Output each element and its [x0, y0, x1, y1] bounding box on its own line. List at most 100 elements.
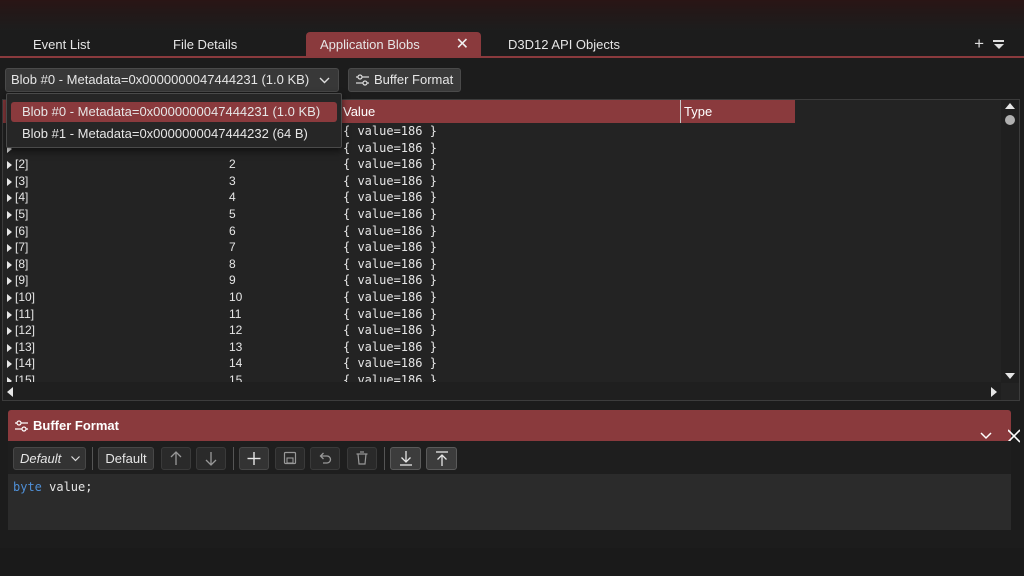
scroll-right-icon[interactable]	[991, 387, 997, 397]
buffer-format-toolbar: Default Default	[8, 441, 1011, 474]
row-value: { value=186 }	[343, 273, 437, 288]
add-tab-icon[interactable]: +	[974, 35, 984, 52]
vertical-scrollbar[interactable]	[1001, 100, 1019, 383]
add-button[interactable]	[239, 447, 269, 470]
expand-arrow-icon[interactable]	[7, 227, 12, 236]
undo-button[interactable]	[310, 447, 340, 470]
export-icon	[435, 451, 448, 466]
table-body: { value=186 }{ value=186 } [2] 2{ value=18…	[3, 123, 1001, 383]
row-name: [6]	[15, 223, 29, 238]
status-bar	[0, 548, 1024, 576]
row-name: [14]	[15, 356, 36, 371]
table-row[interactable]: [5] 5 { value=186 }	[3, 206, 1001, 223]
trash-icon	[356, 451, 368, 465]
expand-arrow-icon[interactable]	[7, 293, 12, 302]
scroll-thumb[interactable]	[1005, 115, 1015, 125]
row-name: [13]	[15, 339, 36, 354]
export-button[interactable]	[426, 447, 457, 470]
row-value: { value=186 }	[343, 289, 437, 304]
buffer-format-panel-title: Buffer Format	[33, 418, 119, 433]
horizontal-scrollbar[interactable]	[3, 382, 1001, 400]
toolbar-separator	[92, 447, 93, 470]
table-row[interactable]: [8] 8 { value=186 }	[3, 256, 1001, 273]
row-index: 4	[229, 190, 236, 205]
row-value: { value=186 }	[343, 140, 437, 155]
undo-icon	[319, 452, 332, 464]
expand-arrow-icon[interactable]	[7, 360, 12, 369]
table-row[interactable]: [2] 2 { value=186 }	[3, 156, 1001, 173]
scroll-down-icon[interactable]	[1005, 373, 1015, 379]
delete-button[interactable]	[347, 447, 377, 470]
row-value: { value=186 }	[343, 256, 437, 271]
table-row[interactable]: [13] 13 { value=186 }	[3, 339, 1001, 356]
format-code-editor[interactable]: byte value;	[8, 474, 1011, 530]
blob-select[interactable]: Blob #0 - Metadata=0x0000000047444231 (1…	[5, 68, 339, 92]
window-top-background	[0, 0, 1024, 30]
row-index: 8	[229, 256, 236, 271]
column-header-type[interactable]: Type	[680, 100, 795, 123]
row-value: { value=186 }	[343, 240, 437, 255]
blob-option-0[interactable]: Blob #0 - Metadata=0x0000000047444231 (1…	[11, 102, 337, 122]
import-button[interactable]	[390, 447, 421, 470]
expand-arrow-icon[interactable]	[7, 327, 12, 336]
row-index: 6	[229, 223, 236, 238]
table-row[interactable]: [10] 10 { value=186 }	[3, 289, 1001, 306]
row-name: [4]	[15, 190, 29, 205]
scroll-left-icon[interactable]	[7, 387, 13, 397]
row-index: 9	[229, 273, 236, 288]
table-row[interactable]: [9] 9 { value=186 }	[3, 272, 1001, 289]
table-row[interactable]: [7] 7 { value=186 }	[3, 239, 1001, 256]
row-index: 11	[229, 306, 242, 321]
table-row[interactable]: [11] 11 { value=186 }	[3, 306, 1001, 323]
row-value: { value=186 }	[343, 173, 437, 188]
blob-option-1[interactable]: Blob #1 - Metadata=0x0000000047444232 (6…	[11, 124, 337, 144]
expand-arrow-icon[interactable]	[7, 161, 12, 170]
row-index: 7	[229, 240, 236, 255]
sliders-icon	[15, 420, 28, 432]
row-value: { value=186 }	[343, 190, 437, 205]
row-name: [2]	[15, 157, 29, 172]
tab-d3d12-api-objects[interactable]: D3D12 API Objects	[508, 32, 620, 58]
row-name: [10]	[15, 289, 36, 304]
arrow-down-icon	[205, 452, 217, 466]
expand-arrow-icon[interactable]	[7, 260, 12, 269]
buffer-format-button-label: Buffer Format	[374, 72, 454, 87]
code-text: value;	[41, 480, 93, 494]
tab-list-menu-icon[interactable]	[993, 40, 1004, 50]
scroll-up-icon[interactable]	[1005, 103, 1015, 109]
save-button[interactable]	[275, 447, 305, 470]
row-value: { value=186 }	[343, 306, 437, 321]
format-preset-value: Default	[20, 451, 62, 466]
expand-arrow-icon[interactable]	[7, 310, 12, 319]
toolbar-separator	[233, 447, 234, 470]
table-row[interactable]: [12] 12 { value=186 }	[3, 322, 1001, 339]
table-row[interactable]: [4] 4 { value=186 }	[3, 189, 1001, 206]
default-button[interactable]: Default	[98, 447, 154, 470]
row-name: [3]	[15, 173, 29, 188]
arrow-up-icon	[170, 451, 182, 465]
tab-file-details[interactable]: File Details	[173, 32, 237, 58]
table-row[interactable]: [3] 3 { value=186 }	[3, 173, 1001, 190]
row-value: { value=186 }	[343, 223, 437, 238]
expand-arrow-icon[interactable]	[7, 210, 12, 219]
tab-bar: Event List File Details Application Blob…	[0, 30, 1024, 58]
table-row[interactable]: [6] 6 { value=186 }	[3, 223, 1001, 240]
code-keyword: byte	[13, 480, 42, 494]
move-up-button[interactable]	[161, 447, 191, 470]
expand-arrow-icon[interactable]	[7, 343, 12, 352]
expand-arrow-icon[interactable]	[7, 194, 12, 203]
row-name: [9]	[15, 273, 29, 288]
move-down-button[interactable]	[196, 447, 226, 470]
expand-arrow-icon[interactable]	[7, 177, 12, 186]
tab-close-icon[interactable]: ✕	[456, 32, 469, 58]
tab-application-blobs[interactable]: Application Blobs ✕	[306, 32, 481, 58]
format-preset-select[interactable]: Default	[13, 447, 86, 470]
column-header-value[interactable]: Value	[340, 100, 680, 123]
row-name: [7]	[15, 240, 29, 255]
expand-arrow-icon[interactable]	[7, 244, 12, 253]
buffer-format-button[interactable]: Buffer Format	[348, 68, 461, 92]
expand-arrow-icon[interactable]	[7, 277, 12, 286]
blob-dropdown-menu: Blob #0 - Metadata=0x0000000047444231 (1…	[6, 93, 342, 148]
tab-event-list[interactable]: Event List	[33, 32, 90, 58]
table-row[interactable]: [14] 14 { value=186 }	[3, 355, 1001, 372]
